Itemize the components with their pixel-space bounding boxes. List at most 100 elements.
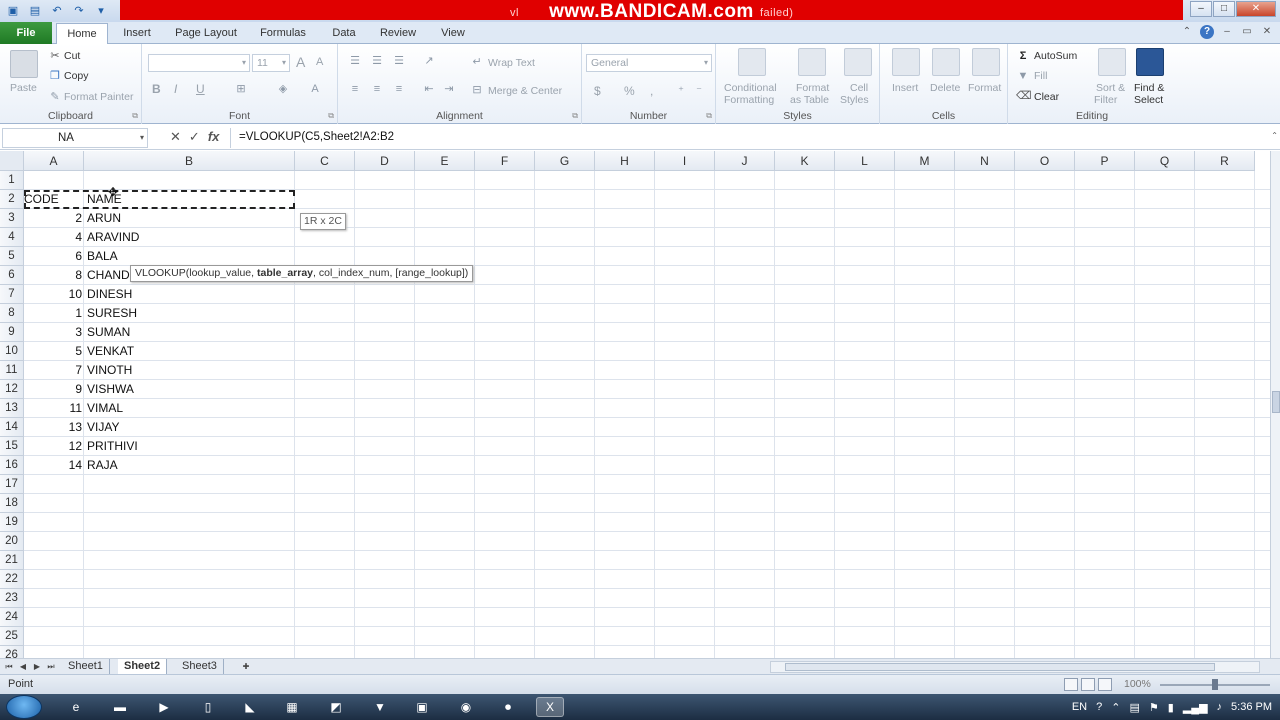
tab-insert[interactable]: Insert bbox=[114, 22, 160, 44]
vertical-scrollbar[interactable] bbox=[1270, 151, 1280, 658]
vertical-scroll-thumb[interactable] bbox=[1272, 391, 1280, 413]
row-header-11[interactable]: 11 bbox=[0, 361, 24, 380]
window-close-icon[interactable]: ✕ bbox=[1260, 25, 1274, 39]
column-header-a[interactable]: A bbox=[24, 151, 84, 171]
tab-home[interactable]: Home bbox=[56, 23, 108, 45]
tab-file[interactable]: File bbox=[0, 22, 52, 44]
percent-button[interactable]: % bbox=[624, 84, 635, 98]
network-icon[interactable]: ▂▄▆ bbox=[1183, 701, 1208, 714]
maximize-button[interactable]: □ bbox=[1213, 1, 1235, 17]
close-button[interactable]: ✕ bbox=[1236, 1, 1276, 17]
tab-data[interactable]: Data bbox=[324, 22, 364, 44]
font-dialog-launcher-icon[interactable]: ⧉ bbox=[328, 111, 334, 121]
tray-expand-icon[interactable]: ⌃ bbox=[1111, 701, 1120, 714]
row-header-1[interactable]: 1 bbox=[0, 171, 24, 190]
cell-name[interactable]: RAJA bbox=[87, 456, 287, 475]
column-header-j[interactable]: J bbox=[715, 151, 775, 171]
window-restore-icon[interactable]: ▭ bbox=[1240, 25, 1254, 39]
align-bottom-icon[interactable]: ☰ bbox=[392, 54, 406, 68]
autosum-button[interactable]: AutoSum bbox=[1034, 50, 1077, 62]
underline-button[interactable]: U bbox=[196, 82, 205, 96]
cell-code[interactable]: 12 bbox=[24, 437, 84, 456]
column-header-n[interactable]: N bbox=[955, 151, 1015, 171]
cell-name[interactable]: VISHWA bbox=[87, 380, 287, 399]
zoom-slider-knob[interactable] bbox=[1212, 679, 1218, 690]
grow-font-button[interactable]: A bbox=[296, 54, 305, 70]
row-header-10[interactable]: 10 bbox=[0, 342, 24, 361]
cell-name[interactable]: VENKAT bbox=[87, 342, 287, 361]
sort-filter-button[interactable]: Sort & bbox=[1096, 82, 1125, 94]
borders-icon[interactable]: ⊞ bbox=[234, 82, 248, 96]
next-sheet-icon[interactable]: ▶ bbox=[32, 661, 42, 673]
row-header-8[interactable]: 8 bbox=[0, 304, 24, 323]
wrap-text-button[interactable]: Wrap Text bbox=[488, 57, 535, 69]
decrease-indent-icon[interactable]: ⇤ bbox=[422, 82, 436, 96]
cell-name[interactable]: VIMAL bbox=[87, 399, 287, 418]
clear-icon[interactable]: ⌫ bbox=[1016, 89, 1032, 103]
row-header-13[interactable]: 13 bbox=[0, 399, 24, 418]
font-size-select[interactable]: 11 ▾ bbox=[252, 54, 290, 72]
row-header-5[interactable]: 5 bbox=[0, 247, 24, 266]
row-header-18[interactable]: 18 bbox=[0, 494, 24, 513]
cell-styles-icon[interactable] bbox=[844, 48, 872, 76]
row-header-17[interactable]: 17 bbox=[0, 475, 24, 494]
shrink-font-button[interactable]: A bbox=[316, 56, 323, 68]
pdf-icon[interactable]: ▼ bbox=[366, 697, 394, 717]
row-header-9[interactable]: 9 bbox=[0, 323, 24, 342]
align-middle-icon[interactable]: ☰ bbox=[370, 54, 384, 68]
row-header-23[interactable]: 23 bbox=[0, 589, 24, 608]
increase-decimal-icon[interactable]: ⁺ bbox=[674, 84, 688, 98]
last-sheet-icon[interactable]: ⏭ bbox=[46, 661, 56, 673]
cell-code[interactable]: 6 bbox=[24, 247, 84, 266]
cell-code[interactable]: 1 bbox=[24, 304, 84, 323]
insert-cells-icon[interactable] bbox=[892, 48, 920, 76]
decrease-decimal-icon[interactable]: ⁻ bbox=[692, 84, 706, 98]
number-format-select[interactable]: General ▾ bbox=[586, 54, 712, 72]
column-header-i[interactable]: I bbox=[655, 151, 715, 171]
italic-button[interactable]: I bbox=[174, 82, 177, 96]
cell-code[interactable]: 8 bbox=[24, 266, 84, 285]
row-header-16[interactable]: 16 bbox=[0, 456, 24, 475]
minimize-button[interactable]: – bbox=[1190, 1, 1212, 17]
normal-view-icon[interactable] bbox=[1064, 678, 1078, 691]
help-icon[interactable]: ? bbox=[1200, 25, 1214, 39]
delete-cells-icon[interactable] bbox=[932, 48, 960, 76]
clock[interactable]: 5:36 PM bbox=[1231, 701, 1272, 713]
format-painter-button[interactable]: Format Painter bbox=[64, 91, 133, 103]
excel-active-icon[interactable]: X bbox=[536, 697, 564, 717]
formula-input[interactable]: =VLOOKUP(C5,Sheet2!A2:B2 bbox=[230, 128, 1270, 148]
sheet-tab-sheet1[interactable]: Sheet1 bbox=[62, 659, 110, 675]
format-as-table-icon[interactable] bbox=[798, 48, 826, 76]
column-header-g[interactable]: G bbox=[535, 151, 595, 171]
page-layout-view-icon[interactable] bbox=[1081, 678, 1095, 691]
cell-code[interactable]: 10 bbox=[24, 285, 84, 304]
ie-icon[interactable]: e bbox=[62, 697, 90, 717]
delete-cells-button[interactable]: Delete bbox=[930, 82, 960, 94]
cell-code[interactable]: 4 bbox=[24, 228, 84, 247]
format-cells-icon[interactable] bbox=[972, 48, 1000, 76]
horizontal-scrollbar[interactable] bbox=[770, 661, 1260, 673]
worksheet-grid[interactable]: ABCDEFGHIJKLMNOPQR 1 2 3 4 5 6 7 8 9 10 11 12 13 14 15… bbox=[0, 151, 1270, 658]
bold-button[interactable]: B bbox=[152, 82, 161, 96]
row-header-2[interactable]: 2 bbox=[0, 190, 24, 209]
paste-button[interactable]: Paste bbox=[10, 82, 37, 94]
undo-icon[interactable]: ↶ bbox=[48, 2, 66, 19]
cell-code[interactable]: 13 bbox=[24, 418, 84, 437]
row-header-7[interactable]: 7 bbox=[0, 285, 24, 304]
column-header-o[interactable]: O bbox=[1015, 151, 1075, 171]
row-header-14[interactable]: 14 bbox=[0, 418, 24, 437]
insert-sheet-icon[interactable]: ✚ bbox=[238, 661, 254, 673]
function-tooltip[interactable]: VLOOKUP(lookup_value, table_array, col_i… bbox=[130, 265, 474, 282]
row-header-25[interactable]: 25 bbox=[0, 627, 24, 646]
column-header-m[interactable]: M bbox=[895, 151, 955, 171]
window-minimize-icon[interactable]: – bbox=[1220, 25, 1234, 39]
tab-formulas[interactable]: Formulas bbox=[252, 22, 314, 44]
visual-studio-icon[interactable]: ◣ bbox=[236, 697, 264, 717]
cell-styles-button[interactable]: Cell bbox=[850, 82, 868, 94]
copy-icon[interactable]: ❐ bbox=[48, 69, 62, 83]
cancel-icon[interactable]: ✕ bbox=[170, 129, 181, 145]
cell-code[interactable]: 7 bbox=[24, 361, 84, 380]
row-header-22[interactable]: 22 bbox=[0, 570, 24, 589]
column-header-h[interactable]: H bbox=[595, 151, 655, 171]
minimize-ribbon-icon[interactable]: ⌃ bbox=[1180, 25, 1194, 39]
